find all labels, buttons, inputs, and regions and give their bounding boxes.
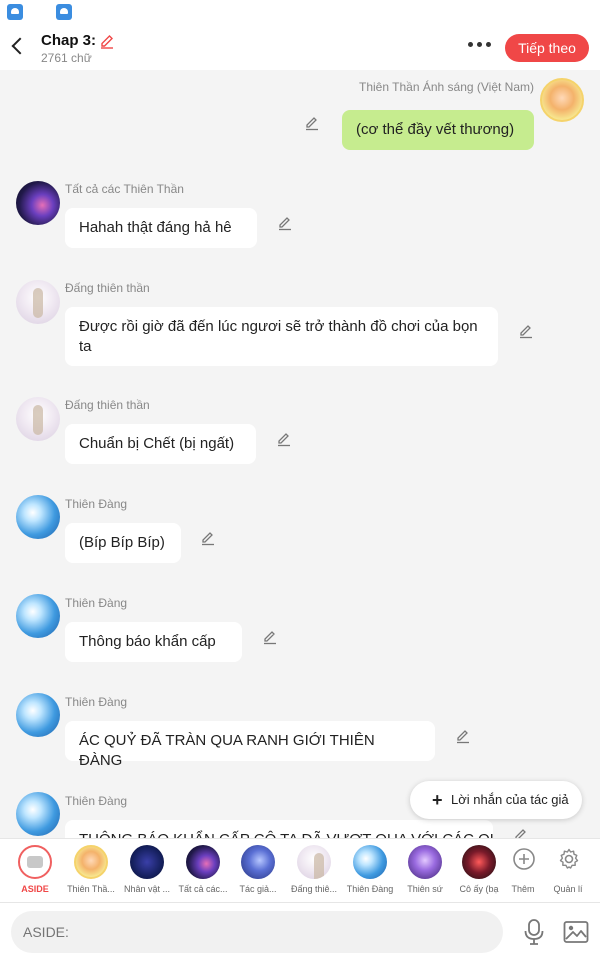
avatar[interactable] bbox=[16, 495, 60, 539]
avatar bbox=[130, 845, 164, 879]
message-bubble[interactable]: Được rồi giờ đã đến lúc ngươi sẽ trở thà… bbox=[65, 307, 498, 366]
character-item[interactable]: Tất cả các... bbox=[176, 839, 230, 903]
message-bubble[interactable]: THÔNG BÁO KHẨN CẤP CÔ TA ĐÃ VƯỢT QUA VỚI… bbox=[65, 820, 493, 838]
status-bar bbox=[0, 0, 600, 24]
character-item[interactable]: Tác giả... bbox=[231, 839, 285, 903]
word-count: 2761 chữ bbox=[41, 51, 92, 65]
avatar[interactable] bbox=[540, 78, 584, 122]
edit-icon[interactable] bbox=[262, 629, 278, 645]
next-button[interactable]: Tiếp theo bbox=[505, 34, 589, 62]
message-sender: Thiên Đàng bbox=[65, 596, 128, 610]
avatar bbox=[186, 845, 220, 879]
avatar bbox=[353, 845, 387, 879]
message-bubble[interactable]: (cơ thể đầy vết thương) bbox=[342, 110, 534, 150]
message-sender: Đấng thiên thần bbox=[65, 398, 150, 412]
author-note-label: Lời nhắn của tác giả bbox=[451, 792, 569, 807]
message-sender: Đấng thiên thần bbox=[65, 281, 150, 295]
edit-icon[interactable] bbox=[276, 431, 292, 447]
character-item[interactable]: Đấng thiê... bbox=[287, 839, 341, 903]
top-bar: Chap 3: 2761 chữ Tiếp theo bbox=[0, 24, 600, 70]
app-notification-icon bbox=[56, 4, 72, 20]
avatar[interactable] bbox=[16, 280, 60, 324]
character-bar: ASIDE Thiên Thầ... Nhân vật ... Tất cả c… bbox=[0, 838, 600, 903]
chat-area[interactable]: Thiên Thần Ánh sáng (Việt Nam) (cơ thể đ… bbox=[0, 70, 600, 838]
character-label: Nhân vật ... bbox=[123, 884, 171, 894]
character-item[interactable]: Thiên Đàng bbox=[343, 839, 397, 903]
edit-icon[interactable] bbox=[304, 115, 320, 131]
character-label: Thiên Thầ... bbox=[67, 884, 115, 894]
edit-title-icon[interactable] bbox=[99, 33, 115, 49]
more-options-icon[interactable] bbox=[468, 42, 494, 50]
message-sender: Thiên Thần Ánh sáng (Việt Nam) bbox=[359, 80, 534, 94]
avatar bbox=[297, 845, 331, 879]
message-sender: Thiên Đàng bbox=[65, 794, 128, 808]
avatar[interactable] bbox=[16, 693, 60, 737]
message-bubble[interactable]: Thông báo khẩn cấp bbox=[65, 622, 242, 662]
message-sender: Thiên Đàng bbox=[65, 497, 128, 511]
avatar[interactable] bbox=[16, 181, 60, 225]
app-notification-icon bbox=[7, 4, 23, 20]
plus-icon: + bbox=[432, 790, 443, 810]
aside-icon bbox=[18, 845, 52, 879]
character-item[interactable]: Nhân vật ... bbox=[120, 839, 174, 903]
message-bubble[interactable]: ÁC QUỶ ĐÃ TRÀN QUA RANH GIỚI THIÊN ĐÀNG bbox=[65, 721, 435, 769]
message-sender: Tất cả các Thiên Thần bbox=[65, 182, 184, 196]
message-sender: Thiên Đàng bbox=[65, 695, 128, 709]
input-bar bbox=[0, 902, 600, 961]
edit-icon[interactable] bbox=[513, 827, 529, 838]
message-bubble[interactable]: (Bíp Bíp Bíp) bbox=[65, 523, 181, 563]
edit-icon[interactable] bbox=[277, 215, 293, 231]
avatar bbox=[74, 845, 108, 879]
character-item[interactable]: Thiên sứ bbox=[398, 839, 452, 903]
avatar bbox=[462, 845, 496, 879]
edit-icon[interactable] bbox=[200, 530, 216, 546]
character-item[interactable]: Thiên Thầ... bbox=[64, 839, 118, 903]
character-aside[interactable]: ASIDE bbox=[8, 839, 62, 903]
avatar[interactable] bbox=[16, 397, 60, 441]
character-label: Thiên sứ bbox=[407, 884, 443, 894]
avatar[interactable] bbox=[16, 594, 60, 638]
message-bubble[interactable]: Hahah thật đáng hả hê bbox=[65, 208, 257, 248]
chapter-title[interactable]: Chap 3: bbox=[41, 32, 96, 49]
character-label: Tất cả các... bbox=[178, 884, 228, 894]
avatar[interactable] bbox=[16, 792, 60, 836]
character-label: ASIDE bbox=[21, 884, 49, 894]
back-arrow-icon[interactable] bbox=[8, 34, 28, 58]
gear-icon bbox=[559, 848, 579, 869]
add-circle-icon bbox=[513, 848, 535, 870]
edit-icon[interactable] bbox=[455, 728, 471, 744]
message-bubble[interactable]: Chuẩn bị Chết (bị ngất) bbox=[65, 424, 256, 464]
manage-characters-button[interactable]: Quản lí bbox=[541, 839, 595, 903]
avatar bbox=[241, 845, 275, 879]
edit-icon[interactable] bbox=[518, 323, 534, 339]
message-input[interactable] bbox=[11, 911, 503, 953]
character-label: Tác giả... bbox=[239, 884, 277, 894]
avatar bbox=[408, 845, 442, 879]
microphone-icon[interactable] bbox=[522, 918, 546, 946]
image-icon[interactable] bbox=[563, 920, 589, 944]
author-note-button[interactable]: + Lời nhắn của tác giả bbox=[410, 781, 582, 819]
character-label: Đấng thiê... bbox=[290, 884, 338, 894]
character-label: Thiên Đàng bbox=[346, 884, 394, 894]
manage-label: Quản lí bbox=[553, 884, 583, 894]
